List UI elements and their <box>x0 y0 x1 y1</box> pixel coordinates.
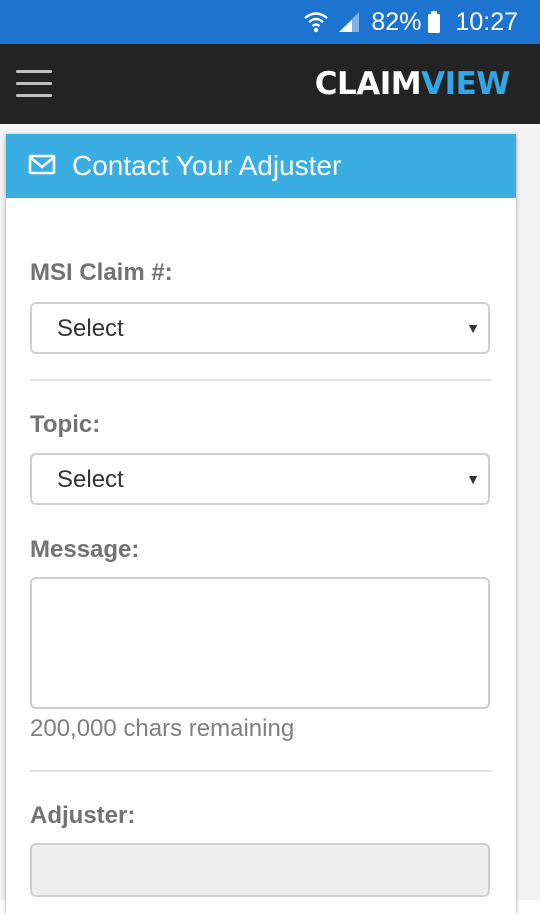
status-bar: 82% 10:27 <box>0 0 540 44</box>
chevron-down-icon: ▼ <box>466 471 480 487</box>
divider <box>30 770 492 772</box>
topic-select[interactable]: Select ▼ <box>30 453 490 505</box>
app-bar: CLAIMVIEW <box>0 44 540 124</box>
chevron-down-icon: ▼ <box>466 320 480 336</box>
message-textarea[interactable] <box>30 577 490 709</box>
chars-remaining-text: 200,000 chars remaining <box>30 715 295 742</box>
adjuster-field <box>30 843 490 897</box>
claim-number-value: Select <box>57 315 124 342</box>
mail-icon <box>28 154 56 181</box>
topic-label: Topic: <box>30 411 101 438</box>
battery-icon <box>427 10 441 34</box>
adjuster-label: Adjuster: <box>30 802 136 829</box>
contact-adjuster-card: Contact Your Adjuster MSI Claim #: Selec… <box>6 134 516 914</box>
claim-number-select[interactable]: Select ▼ <box>30 302 490 354</box>
hamburger-menu-icon[interactable] <box>12 62 56 106</box>
claim-number-label: MSI Claim #: <box>30 259 173 286</box>
card-header: Contact Your Adjuster <box>6 134 516 198</box>
signal-icon <box>337 11 361 33</box>
claimview-logo: CLAIMVIEW <box>314 66 511 102</box>
divider <box>30 379 492 381</box>
battery-percent: 82% <box>371 7 422 36</box>
wifi-icon <box>303 10 329 34</box>
message-label: Message: <box>30 536 140 563</box>
topic-value: Select <box>57 466 124 493</box>
clock: 10:27 <box>455 7 518 36</box>
card-title: Contact Your Adjuster <box>72 150 342 181</box>
